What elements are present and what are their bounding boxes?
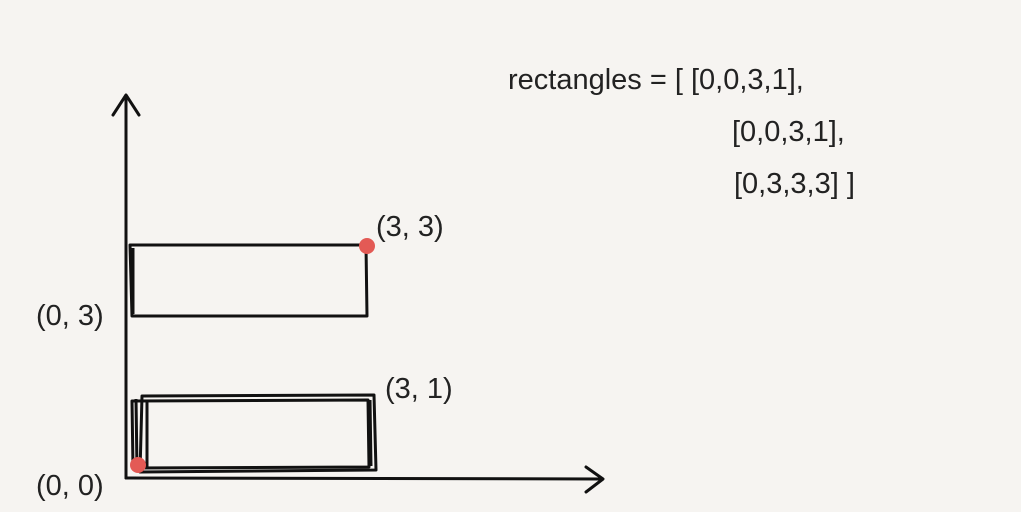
point-0-0 <box>130 457 146 473</box>
diagram-canvas: rectangles = [ [0,0,3,1], [0,0,3,1], [0,… <box>0 0 1021 512</box>
rectangle-bottom-2 <box>134 393 378 474</box>
rectangles-line-1: rectangles = [ [0,0,3,1], <box>508 64 804 96</box>
label-point-0-3: (0, 3) <box>36 300 104 332</box>
label-point-0-0: (0, 0) <box>36 470 104 502</box>
label-point-3-1: (3, 1) <box>385 373 453 405</box>
rectangles-line-3: [0,3,3,3] ] <box>734 168 855 200</box>
rectangle-bottom-1 <box>130 398 371 470</box>
label-point-3-3: (3, 3) <box>376 211 444 243</box>
rectangles-line-2: [0,0,3,1], <box>732 116 845 148</box>
point-3-3 <box>359 238 375 254</box>
rectangle-top <box>128 243 369 318</box>
x-axis <box>124 476 604 481</box>
